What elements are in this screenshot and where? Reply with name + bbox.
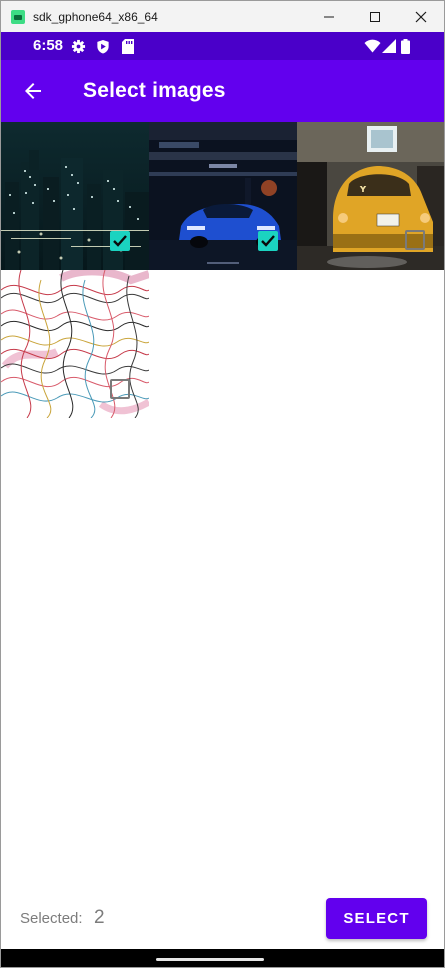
close-button[interactable] bbox=[398, 1, 444, 32]
checkbox-checked[interactable] bbox=[110, 231, 130, 251]
image-tile-blue-car[interactable] bbox=[149, 122, 297, 270]
checkbox-unchecked[interactable] bbox=[405, 230, 425, 250]
arrow-back-icon[interactable] bbox=[21, 79, 45, 103]
check-icon bbox=[113, 235, 127, 247]
maximize-icon bbox=[370, 11, 380, 22]
app-bar: Select images bbox=[1, 60, 444, 122]
selected-label: Selected: bbox=[20, 910, 83, 927]
check-icon bbox=[261, 235, 275, 247]
emulator-window: sdk_gphone64_x86_64 6:58 Select images ʏ… bbox=[0, 0, 445, 968]
svg-text:ʏ: ʏ bbox=[359, 182, 367, 195]
minimize-button[interactable] bbox=[306, 1, 352, 32]
gesture-handle[interactable] bbox=[156, 958, 264, 961]
status-time: 6:58 bbox=[33, 37, 64, 54]
minimize-icon bbox=[324, 16, 334, 17]
page-title: Select images bbox=[83, 79, 226, 102]
image-tile-city-night[interactable] bbox=[1, 122, 149, 270]
image-tile-yellow-car[interactable]: ʏ bbox=[297, 122, 444, 270]
checkbox-unchecked[interactable] bbox=[110, 379, 130, 399]
window-title: sdk_gphone64_x86_64 bbox=[33, 9, 158, 24]
status-bar: 6:58 bbox=[1, 32, 444, 60]
image-tile-pattern[interactable] bbox=[1, 270, 149, 418]
select-button[interactable]: SELECT bbox=[326, 898, 427, 939]
shield-icon bbox=[97, 39, 109, 54]
maximize-button[interactable] bbox=[352, 1, 398, 32]
signal-icon bbox=[382, 39, 396, 53]
settings-icon bbox=[71, 39, 86, 54]
sd-card-icon bbox=[122, 39, 134, 54]
android-icon bbox=[11, 9, 25, 24]
window-titlebar: sdk_gphone64_x86_64 bbox=[1, 1, 444, 32]
battery-icon bbox=[401, 39, 410, 54]
checkbox-checked[interactable] bbox=[258, 231, 278, 251]
selected-count: 2 bbox=[94, 907, 105, 928]
close-icon bbox=[415, 11, 427, 22]
window-controls bbox=[306, 1, 444, 32]
navigation-bar bbox=[1, 949, 444, 967]
wifi-icon bbox=[364, 39, 381, 53]
